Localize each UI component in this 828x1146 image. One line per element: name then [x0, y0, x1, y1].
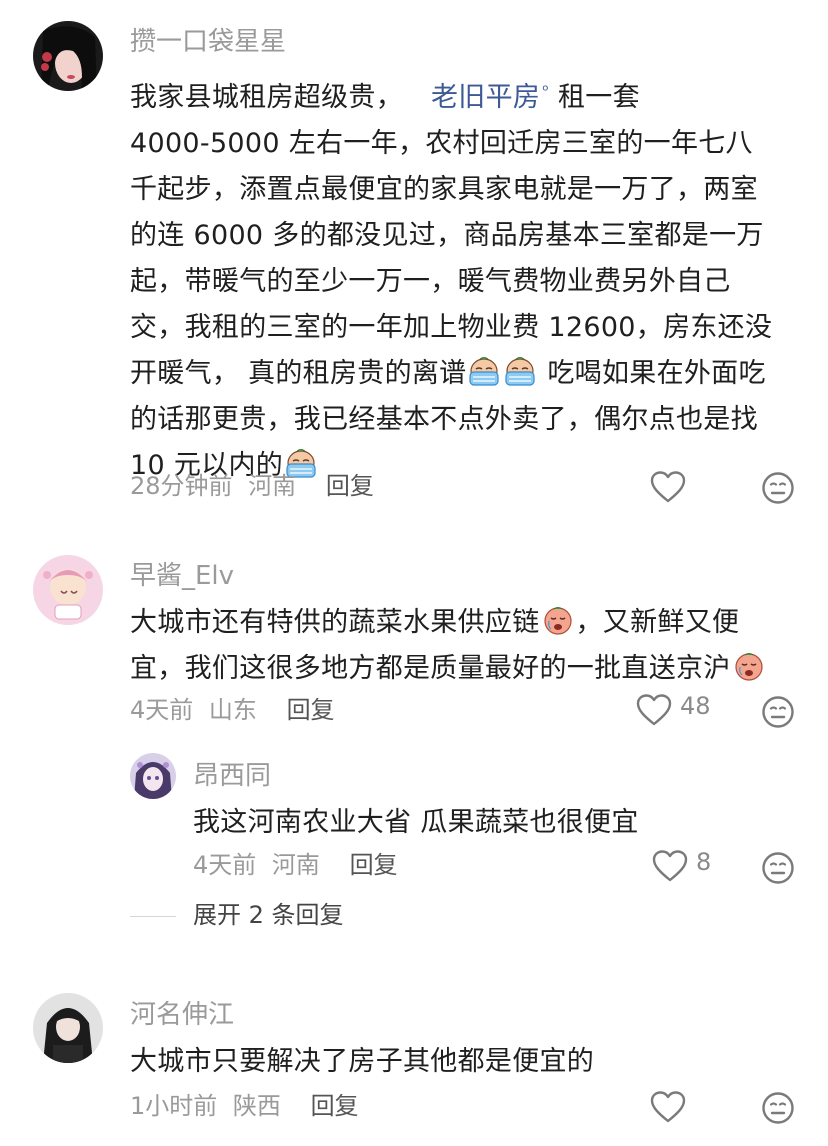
meh-face-icon[interactable]: [761, 851, 795, 885]
comment-meta: 1小时前 陕西 回复: [130, 1091, 359, 1121]
like-button[interactable]: 48: [636, 692, 711, 727]
sad-emoji-icon: [541, 604, 575, 636]
comment-meta: 28分钟前 河南 回复: [130, 471, 374, 501]
comment-time: 4天前: [193, 851, 257, 879]
avatar[interactable]: [33, 555, 103, 625]
comment-time: 28分钟前: [130, 472, 233, 500]
avatar[interactable]: [33, 993, 103, 1063]
heart-outline-icon: [652, 849, 688, 883]
comment-location: 河南: [271, 851, 320, 879]
meh-face-icon[interactable]: [761, 471, 795, 505]
reply-username[interactable]: 昂西同: [193, 760, 271, 792]
heart-outline-icon: [650, 470, 686, 504]
expand-divider: [130, 916, 176, 917]
reply-button[interactable]: 回复: [311, 1092, 359, 1120]
crying-emoji-icon: [503, 355, 537, 387]
comment-username[interactable]: 攒一口袋星星: [130, 26, 286, 58]
like-button[interactable]: 8: [652, 848, 712, 883]
search-link[interactable]: 老旧平房 ᵒ: [431, 81, 549, 113]
avatar[interactable]: [33, 21, 103, 91]
reply-button[interactable]: 回复: [287, 696, 335, 724]
comment-meta: 4天前 山东 回复: [130, 695, 335, 725]
comment-time: 4天前: [130, 696, 194, 724]
like-count: 8: [696, 848, 712, 876]
reply-text: 我这河南农业大省 瓜果蔬菜也很便宜: [193, 807, 639, 838]
reply-meta: 4天前 河南 回复: [193, 850, 398, 880]
comment-text: 大城市还有特供的蔬菜水果供应链 ，又新鲜又便 宜，我们这很多地方都是质量最好的一批…: [130, 600, 800, 692]
meh-face-icon[interactable]: [761, 1091, 795, 1125]
comment-location: 河南: [248, 472, 297, 500]
reply-button[interactable]: 回复: [326, 472, 374, 500]
comment-location: 陕西: [232, 1092, 281, 1120]
reply-button[interactable]: 回复: [350, 851, 398, 879]
comment-location: 山东: [208, 696, 257, 724]
like-count: 48: [680, 692, 711, 720]
comment-text: 大城市只要解决了房子其他都是便宜的: [130, 1046, 595, 1077]
comment-username[interactable]: 早酱_Elv: [130, 560, 234, 592]
meh-face-icon[interactable]: [761, 695, 795, 729]
heart-outline-icon: [636, 693, 672, 727]
sad-emoji-icon: [732, 650, 766, 682]
expand-replies-button[interactable]: 展开 2 条回复: [193, 900, 344, 930]
avatar[interactable]: [130, 753, 176, 799]
comment-username[interactable]: 河名伸江: [130, 999, 234, 1031]
like-button[interactable]: [650, 1090, 694, 1124]
like-button[interactable]: [650, 470, 694, 504]
comment-text: 我家县城租房超级贵， 老旧平房 ᵒ 租一套 4000-5000 左右一年，农村回迁房…: [130, 81, 773, 481]
crying-emoji-icon: [467, 355, 501, 387]
heart-outline-icon: [650, 1090, 686, 1124]
comment-time: 1小时前: [130, 1092, 218, 1120]
